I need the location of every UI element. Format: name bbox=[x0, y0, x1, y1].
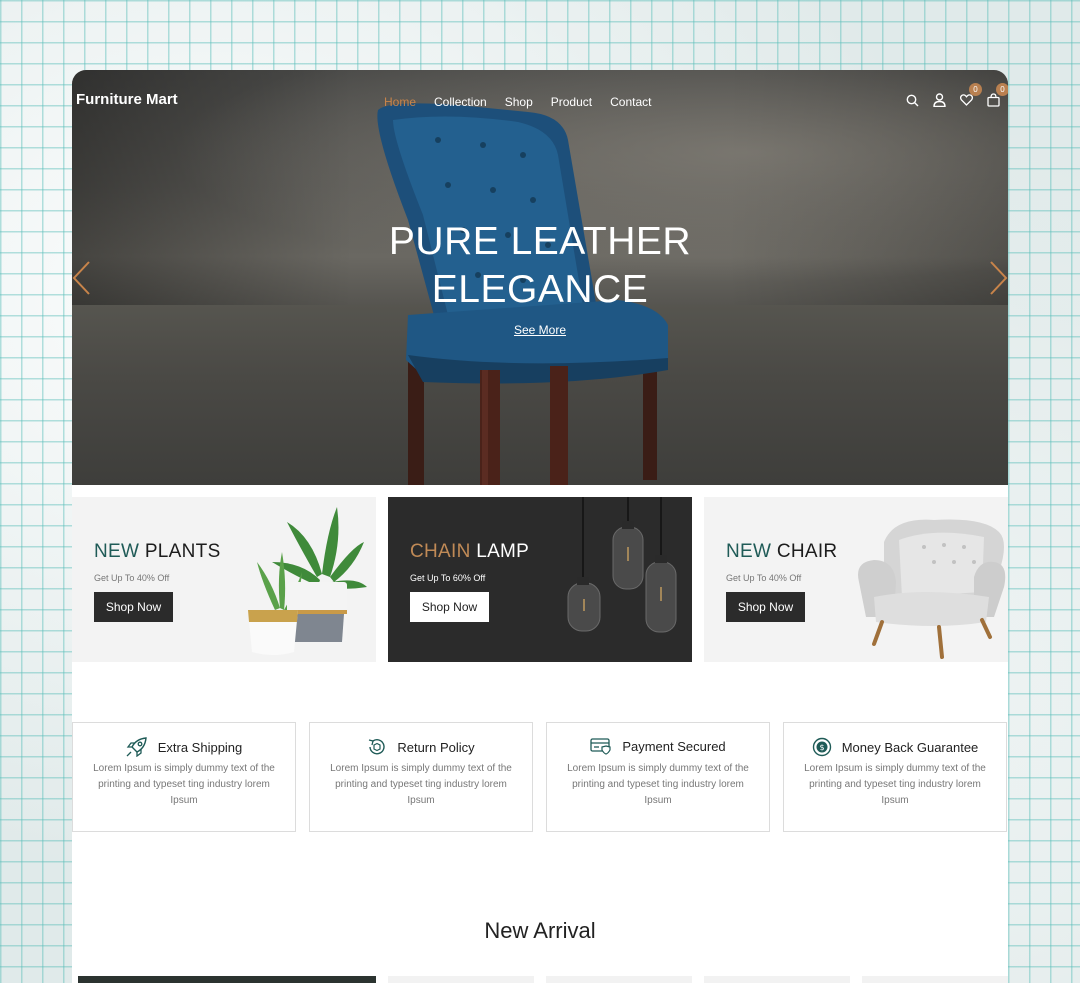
top-navigation: Furniture Mart Home Collection Shop Prod… bbox=[72, 70, 1008, 130]
product-card[interactable] bbox=[862, 976, 1008, 983]
banner-title-rest: LAMP bbox=[476, 541, 530, 562]
slider-next-arrow-icon[interactable] bbox=[988, 260, 1008, 296]
hero-title-line-1: PURE LEATHER bbox=[388, 220, 692, 263]
banner-subtitle: Get Up To 40% Off bbox=[726, 573, 802, 583]
feature-head: Payment Secured bbox=[547, 737, 769, 755]
product-card[interactable] bbox=[546, 976, 692, 983]
banner-new-plants: NEW PLANTS Get Up To 40% Off Shop Now bbox=[72, 497, 376, 662]
feature-head: Extra Shipping bbox=[73, 737, 295, 757]
banner-subtitle: Get Up To 60% Off bbox=[410, 573, 486, 583]
nav-home[interactable]: Home bbox=[384, 95, 416, 109]
feature-description: Lorem Ipsum is simply dummy text of the … bbox=[567, 763, 749, 806]
shop-now-button[interactable]: Shop Now bbox=[94, 592, 173, 622]
nav-shop[interactable]: Shop bbox=[505, 95, 533, 109]
cart-count-badge: 0 bbox=[996, 83, 1008, 96]
banner-title: NEW CHAIR bbox=[726, 541, 837, 563]
banner-title: CHAIN LAMP bbox=[410, 541, 529, 563]
shop-now-button[interactable]: Shop Now bbox=[726, 592, 805, 622]
hero-title: PURE LEATHER ELEGANCE bbox=[72, 218, 1008, 314]
return-box-icon bbox=[369, 739, 386, 755]
banner-title-accent: NEW bbox=[94, 541, 140, 562]
feature-title: Extra Shipping bbox=[157, 739, 243, 755]
banner-title-rest: PLANTS bbox=[144, 541, 221, 562]
feature-head: $ Money Back Guarantee bbox=[784, 737, 1006, 757]
feature-title: Payment Secured bbox=[622, 738, 726, 754]
page-container: Furniture Mart Home Collection Shop Prod… bbox=[72, 70, 1008, 983]
chain-lamps-image bbox=[567, 497, 677, 633]
money-back-icon: $ bbox=[812, 737, 831, 757]
banner-title: NEW PLANTS bbox=[94, 541, 221, 563]
service-features: Extra Shipping Lorem Ipsum is simply dum… bbox=[72, 722, 1008, 834]
card-shield-icon bbox=[590, 738, 611, 755]
feature-description: Lorem Ipsum is simply dummy text of the … bbox=[330, 763, 512, 806]
hero-slider: Furniture Mart Home Collection Shop Prod… bbox=[72, 70, 1008, 485]
banner-chain-lamp: CHAIN LAMP Get Up To 60% Off Shop Now bbox=[388, 497, 692, 662]
nav-actions: 0 0 bbox=[905, 83, 1008, 108]
new-arrival-heading: New Arrival bbox=[484, 918, 596, 943]
main-menu: Home Collection Shop Product Contact bbox=[384, 95, 651, 109]
nav-collection[interactable]: Collection bbox=[434, 95, 487, 109]
feature-card: Return Policy Lorem Ipsum is simply dumm… bbox=[309, 722, 533, 832]
banner-subtitle: Get Up To 40% Off bbox=[94, 573, 170, 583]
banner-title-rest: CHAIR bbox=[776, 541, 838, 562]
hero-title-line-2: ELEGANCE bbox=[431, 268, 649, 311]
nav-product[interactable]: Product bbox=[551, 95, 592, 109]
user-icon[interactable] bbox=[932, 92, 946, 108]
shop-now-button[interactable]: Shop Now bbox=[410, 592, 489, 622]
banner-title-accent: CHAIN bbox=[410, 541, 471, 562]
wishlist-heart-icon[interactable]: 0 bbox=[959, 83, 982, 108]
cart-bag-icon[interactable]: 0 bbox=[986, 83, 1008, 108]
feature-description: Lorem Ipsum is simply dummy text of the … bbox=[804, 763, 986, 806]
new-arrival-cards bbox=[72, 976, 1008, 983]
slider-prev-arrow-icon[interactable] bbox=[72, 260, 92, 296]
hero-cta: See More bbox=[72, 321, 1008, 339]
rocket-icon bbox=[126, 737, 147, 757]
product-card[interactable] bbox=[704, 976, 850, 983]
armchair-image bbox=[858, 519, 1006, 659]
product-card[interactable] bbox=[78, 976, 376, 983]
see-more-link[interactable]: See More bbox=[514, 323, 566, 337]
search-icon[interactable] bbox=[905, 92, 919, 108]
promo-banners: NEW PLANTS Get Up To 40% Off Shop Now CH… bbox=[72, 497, 1008, 662]
feature-card: Extra Shipping Lorem Ipsum is simply dum… bbox=[72, 722, 296, 832]
feature-title: Money Back Guarantee bbox=[841, 739, 979, 755]
plants-image bbox=[248, 507, 367, 655]
banner-title-accent: NEW bbox=[726, 541, 772, 562]
feature-card: $ Money Back Guarantee Lorem Ipsum is si… bbox=[783, 722, 1007, 832]
feature-card: Payment Secured Lorem Ipsum is simply du… bbox=[546, 722, 770, 832]
nav-contact[interactable]: Contact bbox=[610, 95, 651, 109]
svg-text:$: $ bbox=[819, 743, 824, 752]
wishlist-count-badge: 0 bbox=[969, 83, 982, 96]
feature-title: Return Policy bbox=[397, 739, 475, 755]
banner-new-chair: NEW CHAIR Get Up To 40% Off Shop Now bbox=[704, 497, 1008, 662]
feature-head: Return Policy bbox=[310, 737, 532, 757]
product-card[interactable] bbox=[388, 976, 534, 983]
feature-description: Lorem Ipsum is simply dummy text of the … bbox=[93, 763, 275, 806]
brand-logo[interactable]: Furniture Mart bbox=[76, 91, 178, 108]
